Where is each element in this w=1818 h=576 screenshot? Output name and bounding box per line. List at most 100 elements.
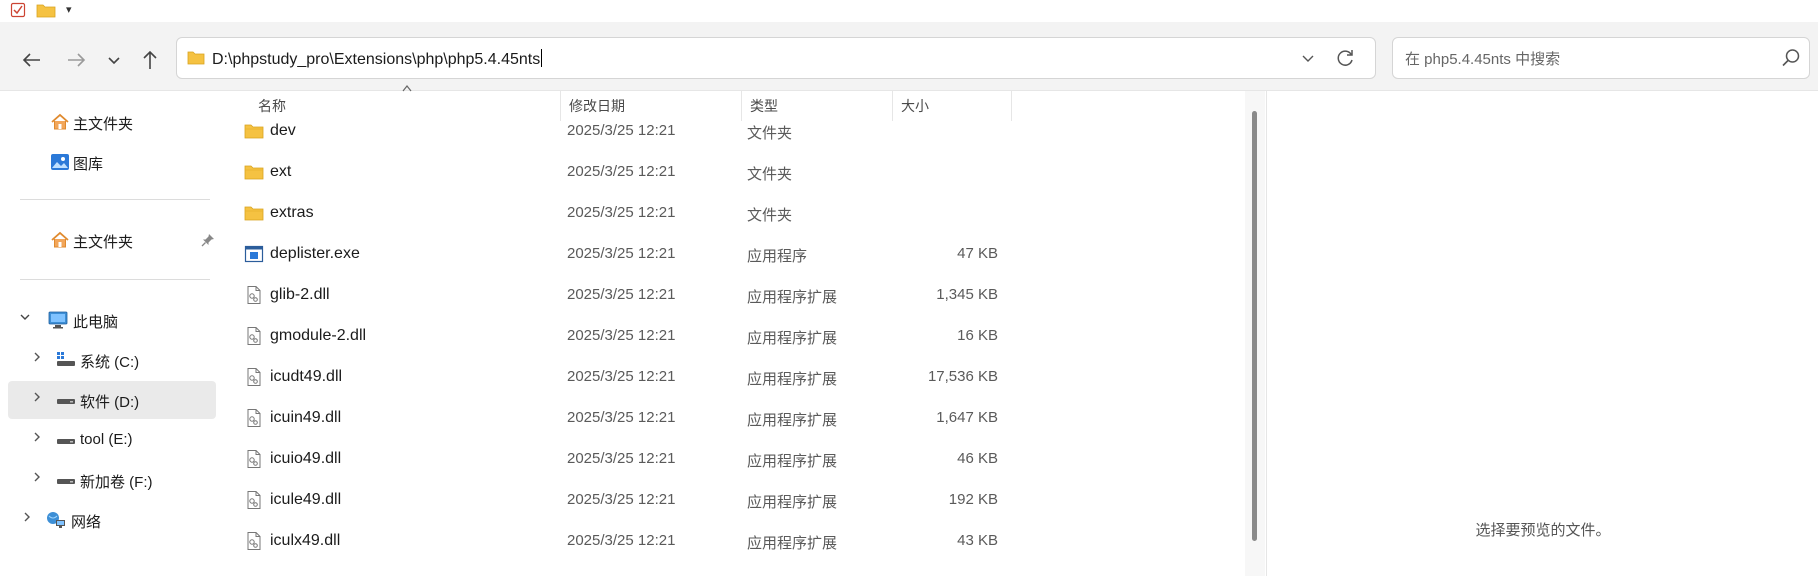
folder-icon[interactable] bbox=[36, 2, 56, 18]
pin-icon[interactable] bbox=[201, 233, 215, 247]
refresh-icon bbox=[1337, 50, 1353, 66]
file-name: icuin49.dll bbox=[270, 409, 342, 426]
file-date: 2025/3/25 12:21 bbox=[567, 163, 676, 180]
nav-item-label: 网络 bbox=[71, 514, 102, 531]
file-row[interactable]: icuin49.dll 2025/3/25 12:21 应用程序扩展 1,647 KB bbox=[220, 398, 1000, 439]
file-name: dev bbox=[270, 122, 296, 139]
properties-icon[interactable] bbox=[10, 2, 26, 18]
file-row[interactable]: ext 2025/3/25 12:21 文件夹 bbox=[220, 152, 1000, 193]
file-row[interactable]: iculx49.dll 2025/3/25 12:21 应用程序扩展 43 KB bbox=[220, 521, 1000, 562]
file-row[interactable]: deplister.exe 2025/3/25 12:21 应用程序 47 KB bbox=[220, 234, 1000, 275]
preview-pane: 选择要预览的文件。 bbox=[1266, 91, 1818, 576]
nav-item-label: 主文件夹 bbox=[73, 116, 134, 133]
dll-icon bbox=[244, 408, 264, 428]
file-row[interactable]: icule49.dll 2025/3/25 12:21 应用程序扩展 192 KB bbox=[220, 480, 1000, 521]
file-size: 43 KB bbox=[957, 532, 998, 549]
drive-icon bbox=[57, 479, 75, 484]
back-button[interactable] bbox=[14, 42, 50, 78]
navigation-pane: 主文件夹 图库 主文件夹 此电脑 系统 (C:) 软件 (D:) tool (E… bbox=[0, 91, 220, 576]
column-divider[interactable] bbox=[1011, 91, 1012, 121]
address-path[interactable]: D:\phpstudy_pro\Extensions\php\php5.4.45… bbox=[212, 49, 542, 69]
nav-item-label: 主文件夹 bbox=[73, 234, 134, 251]
arrow-up-icon bbox=[143, 50, 157, 69]
address-row: D:\phpstudy_pro\Extensions\php\php5.4.45… bbox=[0, 22, 1818, 91]
address-history-chevron-icon[interactable] bbox=[1297, 47, 1319, 69]
file-name: gmodule-2.dll bbox=[270, 327, 367, 344]
address-bar[interactable]: D:\phpstudy_pro\Extensions\php\php5.4.45… bbox=[176, 37, 1376, 79]
arrow-right-icon bbox=[68, 53, 86, 67]
file-date: 2025/3/25 12:21 bbox=[567, 327, 676, 344]
customize-toolbar-dropdown-icon[interactable]: ▾ bbox=[66, 3, 78, 17]
nav-item-label: 此电脑 bbox=[73, 314, 119, 331]
file-size: 46 KB bbox=[957, 450, 998, 467]
file-row[interactable]: icuio49.dll 2025/3/25 12:21 应用程序扩展 46 KB bbox=[220, 439, 1000, 480]
file-type: 应用程序扩展 bbox=[747, 371, 838, 388]
dll-icon bbox=[244, 367, 264, 387]
nav-item-pinned-home[interactable]: 主文件夹 bbox=[8, 221, 216, 259]
chevron-right-icon[interactable] bbox=[20, 510, 34, 527]
file-row[interactable]: extras 2025/3/25 12:21 文件夹 bbox=[220, 193, 1000, 234]
file-size: 1,345 KB bbox=[936, 286, 998, 303]
chevron-right-icon[interactable] bbox=[30, 470, 44, 487]
file-name: icule49.dll bbox=[270, 491, 342, 508]
system-drive-icon bbox=[57, 352, 75, 366]
recent-locations-button[interactable] bbox=[96, 42, 132, 78]
folder-icon bbox=[244, 162, 264, 182]
file-type: 应用程序扩展 bbox=[747, 453, 838, 470]
file-row[interactable]: glib-2.dll 2025/3/25 12:21 应用程序扩展 1,345 KB bbox=[220, 275, 1000, 316]
file-type: 应用程序扩展 bbox=[747, 535, 838, 552]
file-name: ext bbox=[270, 163, 292, 180]
search-icon[interactable] bbox=[1781, 48, 1801, 68]
folder-icon bbox=[244, 121, 264, 141]
file-type: 应用程序扩展 bbox=[747, 412, 838, 429]
file-size: 1,647 KB bbox=[936, 409, 998, 426]
chevron-down-icon bbox=[108, 57, 120, 65]
dll-icon bbox=[244, 326, 264, 346]
file-list: 名称 修改日期 类型 大小 dev 2025/3/25 12:21 文件夹 ext 20… bbox=[220, 85, 1245, 576]
file-row[interactable]: icudt49.dll 2025/3/25 12:21 应用程序扩展 17,536 K… bbox=[220, 357, 1000, 398]
dll-icon bbox=[244, 490, 264, 510]
nav-item-drive-c[interactable]: 系统 (C:) bbox=[8, 341, 216, 379]
computer-icon bbox=[48, 311, 68, 329]
nav-item-label: 软件 (D:) bbox=[80, 394, 140, 411]
file-date: 2025/3/25 12:21 bbox=[567, 204, 676, 221]
file-type: 文件夹 bbox=[747, 207, 793, 224]
file-type: 应用程序扩展 bbox=[747, 330, 838, 347]
refresh-button[interactable] bbox=[1333, 46, 1357, 70]
nav-divider bbox=[20, 199, 210, 200]
file-size: 192 KB bbox=[948, 491, 998, 508]
forward-button[interactable] bbox=[58, 42, 94, 78]
vertical-scrollbar[interactable] bbox=[1245, 91, 1265, 576]
file-row[interactable]: dev 2025/3/25 12:21 文件夹 bbox=[220, 111, 1000, 152]
nav-item-home[interactable]: 主文件夹 bbox=[8, 103, 216, 141]
nav-item-gallery[interactable]: 图库 bbox=[8, 143, 216, 181]
nav-item-drive-f[interactable]: 新加卷 (F:) bbox=[8, 461, 216, 499]
search-input[interactable] bbox=[1403, 47, 1757, 71]
scrollbar-thumb[interactable] bbox=[1252, 111, 1257, 541]
preview-message: 选择要预览的文件。 bbox=[1475, 522, 1611, 539]
nav-item-drive-e[interactable]: tool (E:) bbox=[8, 421, 216, 459]
file-name: extras bbox=[270, 204, 314, 221]
file-row[interactable]: gmodule-2.dll 2025/3/25 12:21 应用程序扩展 16 KB bbox=[220, 316, 1000, 357]
nav-item-label: 新加卷 (F:) bbox=[80, 474, 153, 491]
search-box[interactable] bbox=[1392, 37, 1810, 79]
file-date: 2025/3/25 12:21 bbox=[567, 450, 676, 467]
file-name: icuio49.dll bbox=[270, 450, 342, 467]
exe-icon bbox=[244, 244, 264, 264]
chevron-right-icon[interactable] bbox=[30, 390, 44, 407]
nav-item-this-pc[interactable]: 此电脑 bbox=[8, 301, 216, 339]
dll-icon bbox=[244, 285, 264, 305]
gallery-icon bbox=[51, 154, 69, 170]
nav-item-drive-d[interactable]: 软件 (D:) bbox=[8, 381, 216, 419]
chevron-right-icon[interactable] bbox=[30, 430, 44, 447]
chevron-down-icon[interactable] bbox=[18, 310, 32, 327]
file-date: 2025/3/25 12:21 bbox=[567, 122, 676, 139]
file-date: 2025/3/25 12:21 bbox=[567, 532, 676, 549]
up-button[interactable] bbox=[132, 42, 168, 78]
file-date: 2025/3/25 12:21 bbox=[567, 286, 676, 303]
nav-item-network[interactable]: 网络 bbox=[8, 501, 216, 539]
file-name: icudt49.dll bbox=[270, 368, 343, 385]
chevron-right-icon[interactable] bbox=[30, 350, 44, 367]
nav-item-label: tool (E:) bbox=[80, 431, 133, 448]
home-icon bbox=[51, 113, 69, 130]
